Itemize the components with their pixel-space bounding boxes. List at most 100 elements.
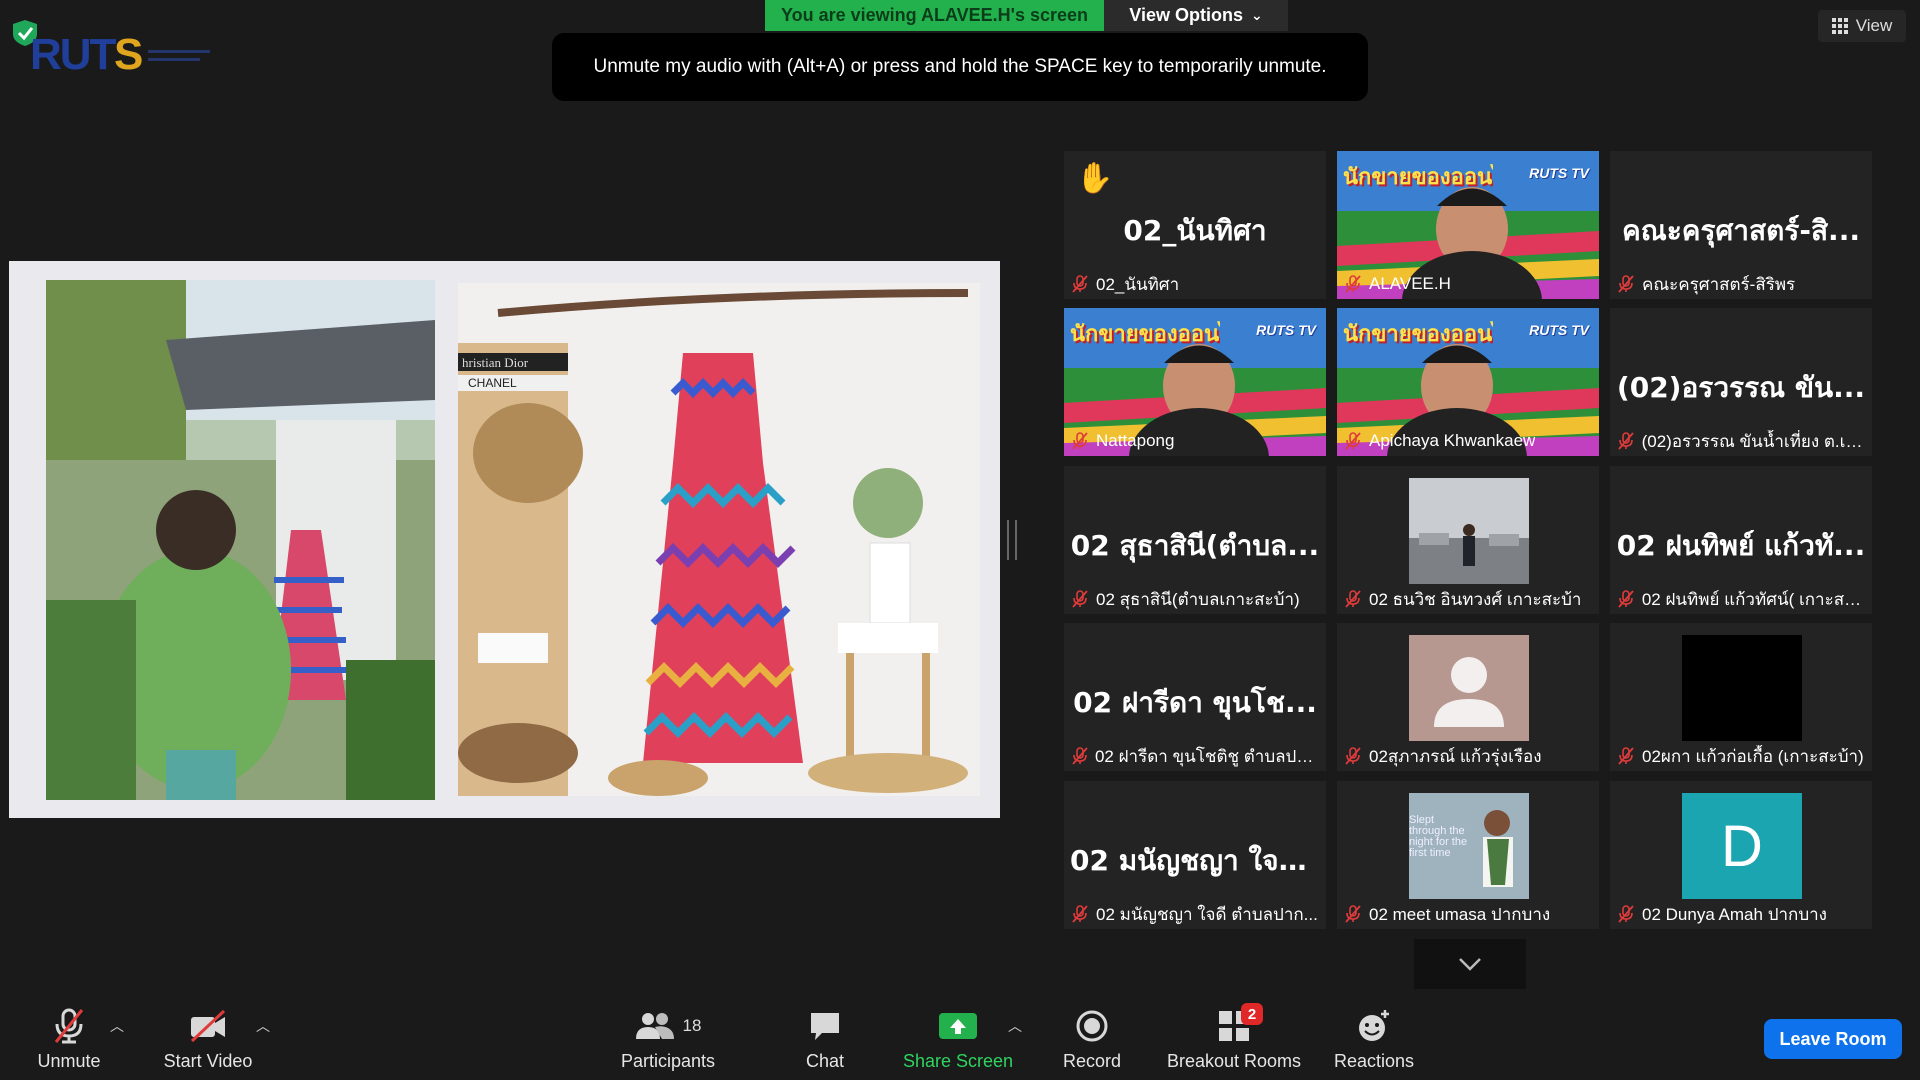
participant-tile[interactable]: 02 มนัญชญา ใจดี... 02 มนัญชญา ใจดี ตำบลปา… <box>1064 781 1326 929</box>
record-button[interactable]: Record <box>1056 1000 1128 1080</box>
participant-name: (02)อรวรรณ ขันน้ำเที่ยง ต.เก... <box>1641 431 1866 451</box>
reactions-smiley-icon <box>1356 1007 1392 1045</box>
microphone-muted-icon <box>51 1007 87 1045</box>
start-video-button[interactable]: Start Video <box>148 1000 268 1080</box>
share-options-caret[interactable]: ︿ <box>1008 1016 1022 1036</box>
share-screen-button[interactable]: Share Screen <box>898 1000 1018 1080</box>
participant-name: Apichaya Khwankaew <box>1369 431 1536 450</box>
participant-tile[interactable]: 02 ธนวิช อินทวงศ์ เกาะสะบ้า <box>1337 466 1599 614</box>
participants-label: Participants <box>620 1051 716 1071</box>
raised-hand-icon: ✋ <box>1076 162 1114 195</box>
participants-button[interactable]: 18 Participants <box>612 1000 724 1080</box>
muted-mic-icon <box>1618 432 1642 450</box>
participant-tile[interactable]: 02 ฝนทิพย์ แก้วทั... 02 ฝนทิพย์ แก้วทัศน์… <box>1610 466 1872 614</box>
participant-tile[interactable]: (02)อรวรรณ ขัน... (02)อรวรรณ ขันน้ำเที่ยง… <box>1610 308 1872 456</box>
muted-mic-icon <box>1345 275 1369 293</box>
muted-mic-icon <box>1345 747 1369 765</box>
participant-tile[interactable]: 02 ฝารีดา ขุนโช... 02 ฝารีดา ขุนโชติชู ตำ… <box>1064 623 1326 771</box>
participant-display-name: 02 ฝนทิพย์ แก้วทั... <box>1616 529 1866 562</box>
share-screen-label: Share Screen <box>902 1051 1014 1071</box>
participant-tile[interactable]: นักขายของออนไลน์ RUTS TV ALAVEE.H <box>1337 151 1599 299</box>
participant-name: ALAVEE.H <box>1369 274 1451 293</box>
reactions-button[interactable]: Reactions <box>1330 1000 1418 1080</box>
shared-screen: hristian Dior CHANEL <box>9 261 1000 818</box>
video-overlay-text: นักขายของออนไลน์ <box>1070 322 1220 347</box>
participants-icon: 18 <box>635 1007 701 1045</box>
participant-name: 02 meet umasa ปากบาง <box>1369 904 1551 924</box>
participant-tile[interactable]: 02_นันทิศา ✋ 02_นันทิศา <box>1064 151 1326 299</box>
participant-tile[interactable]: นักขายของออนไลน์ RUTS TV Nattapong <box>1064 308 1326 456</box>
participant-tile[interactable]: Slept through the night for the first ti… <box>1337 781 1599 929</box>
viewing-banner: You are viewing ALAVEE.H's screen <box>765 0 1104 31</box>
video-options-caret[interactable]: ︿ <box>256 1016 270 1036</box>
muted-mic-icon <box>1618 275 1642 293</box>
participant-name: 02สุภาภรณ์ แก้วรุ่งเรือง <box>1369 746 1542 766</box>
chevron-down-icon <box>1459 958 1481 971</box>
grid-icon <box>1831 18 1848 34</box>
participant-name: 02_นันทิศา <box>1096 274 1180 294</box>
avatar-initial: D <box>1682 793 1802 899</box>
participant-display-name: (02)อรวรรณ ขัน... <box>1616 371 1866 404</box>
view-label: View <box>1855 16 1893 35</box>
participant-video <box>1682 635 1802 741</box>
participant-name: 02 ฝารีดา ขุนโชติชู ตำบลปาก... <box>1094 746 1320 766</box>
svg-text:hristian Dior: hristian Dior <box>462 355 529 370</box>
participant-display-name: 02 ฝารีดา ขุนโช... <box>1073 686 1317 719</box>
reactions-label: Reactions <box>1333 1051 1415 1071</box>
audio-options-caret[interactable]: ︿ <box>110 1016 124 1036</box>
participant-name: 02 ธนวิช อินทวงศ์ เกาะสะบ้า <box>1369 589 1582 609</box>
participant-display-name: คณะครุศาสตร์-สิ... <box>1622 214 1860 247</box>
participant-tile[interactable]: D 02 Dunya Amah ปากบาง <box>1610 781 1872 929</box>
share-screen-icon <box>938 1007 978 1045</box>
svg-text:CHANEL: CHANEL <box>468 376 517 390</box>
svg-text:S: S <box>114 30 143 74</box>
video-camera-off-icon <box>188 1007 228 1045</box>
participant-tile[interactable]: 02สุภาภรณ์ แก้วรุ่งเรือง <box>1337 623 1599 771</box>
muted-mic-icon <box>1618 590 1642 608</box>
leave-room-button[interactable]: Leave Room <box>1764 1019 1902 1059</box>
participant-tile[interactable]: คณะครุศาสตร์-สิ... คณะครุศาสตร์-สิริพร <box>1610 151 1872 299</box>
muted-mic-icon <box>1345 432 1369 450</box>
panel-resize-handle[interactable] <box>1007 520 1017 560</box>
start-video-label: Start Video <box>163 1051 253 1071</box>
participant-display-name: 02 สุธาสินี(ตำบล... <box>1070 529 1320 562</box>
video-overlay-text: นักขายของออนไลน์ <box>1343 165 1493 190</box>
participant-tile[interactable]: 02 สุธาสินี(ตำบล... 02 สุธาสินี(ตำบลเกาะส… <box>1064 466 1326 614</box>
video-overlay-text: นักขายของออนไลน์ <box>1343 322 1493 347</box>
participant-video <box>1409 478 1529 584</box>
view-options-button[interactable]: View Options ⌄ <box>1104 0 1288 31</box>
participant-display-name: 02_นันทิศา <box>1123 214 1267 247</box>
unmute-label: Unmute <box>37 1051 101 1071</box>
svg-text:RUT: RUT <box>30 30 117 74</box>
view-options-label: View Options <box>1129 5 1243 25</box>
record-icon <box>1075 1007 1109 1045</box>
muted-mic-icon <box>1345 905 1369 923</box>
muted-mic-icon <box>1072 275 1096 293</box>
breakout-badge: 2 <box>1241 1003 1263 1025</box>
participant-tile[interactable]: 02ผกา แก้วก่อเกื้อ (เกาะสะบ้า) <box>1610 623 1872 771</box>
muted-mic-icon <box>1072 747 1095 765</box>
muted-mic-icon <box>1618 747 1642 765</box>
view-button[interactable]: View <box>1818 10 1906 42</box>
breakout-rooms-label: Breakout Rooms <box>1166 1051 1302 1071</box>
muted-mic-icon <box>1618 905 1642 923</box>
participant-name: 02 มนัญชญา ใจดี ตำบลปาก... <box>1096 904 1318 924</box>
participant-name: 02 ฝนทิพย์ แก้วทัศน์( เกาะสะ... <box>1641 589 1866 609</box>
chat-button[interactable]: Chat <box>795 1000 855 1080</box>
participant-name: 02 Dunya Amah ปากบาง <box>1642 904 1827 924</box>
slide-left-photo <box>46 280 435 800</box>
chat-bubble-icon <box>808 1007 842 1045</box>
ruts-tv-tag: RUTS TV <box>1256 322 1316 338</box>
breakout-rooms-button[interactable]: 2 Breakout Rooms <box>1160 1000 1308 1080</box>
ruts-tv-tag: RUTS TV <box>1529 165 1589 181</box>
unmute-button[interactable]: Unmute <box>22 1000 116 1080</box>
muted-mic-icon <box>1072 905 1096 923</box>
participant-name: 02 สุธาสินี(ตำบลเกาะสะบ้า) <box>1096 589 1300 609</box>
participant-tile[interactable]: นักขายของออนไลน์ RUTS TV Apichaya Khwankae… <box>1337 308 1599 456</box>
unmute-hint-tooltip: Unmute my audio with (Alt+A) or press an… <box>552 33 1368 101</box>
avatar-placeholder-icon <box>1409 635 1529 741</box>
gallery-next-page-button[interactable] <box>1414 939 1526 989</box>
breakout-rooms-icon: 2 <box>1217 1003 1263 1045</box>
record-label: Record <box>1062 1051 1122 1071</box>
participant-name: คณะครุศาสตร์-สิริพร <box>1642 274 1796 294</box>
